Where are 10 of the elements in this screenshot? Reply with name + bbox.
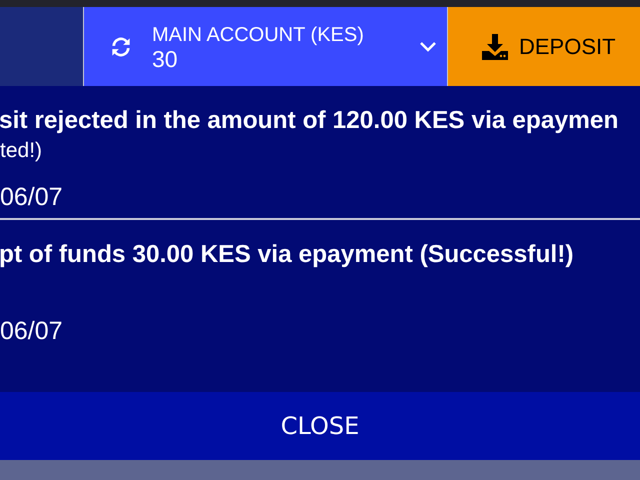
notification-date: 06/07 bbox=[0, 182, 63, 212]
notification-status: ted!) bbox=[0, 138, 42, 164]
account-selector[interactable]: MAIN ACCOUNT (KES) 30 bbox=[84, 7, 448, 86]
notification-title: sit rejected in the amount of 120.00 KES via epaymen bbox=[0, 106, 619, 136]
notification-title: pt of funds 30.00 KES via epayment (Successful!) bbox=[0, 240, 574, 270]
close-button[interactable]: CLOSE bbox=[0, 392, 640, 460]
notification-date: 06/07 bbox=[0, 316, 63, 346]
chevron-icon bbox=[419, 40, 437, 52]
download-icon bbox=[481, 32, 509, 60]
deposit-button[interactable]: DEPOSIT bbox=[448, 7, 640, 86]
